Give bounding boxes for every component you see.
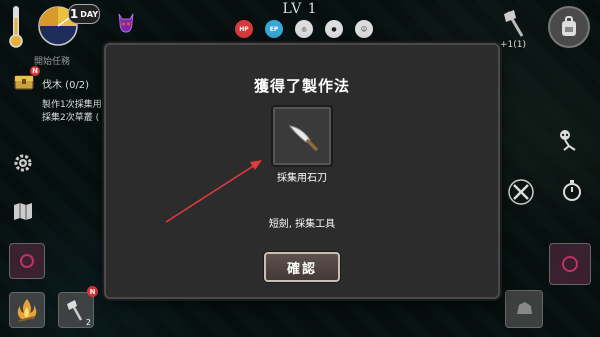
axe-icon	[67, 300, 83, 321]
skeleton-icon[interactable]	[555, 128, 579, 152]
day-counter: 1 DAY	[68, 4, 100, 24]
confirm-button[interactable]: 確認	[264, 252, 340, 282]
quest-title[interactable]: 伐木 (0/2)	[42, 76, 89, 91]
recipe-item-slot[interactable]	[271, 105, 333, 167]
quick-slot-campfire[interactable]	[9, 292, 45, 328]
axe-count-label: +1(1)	[500, 40, 527, 50]
campfire-icon	[17, 299, 37, 322]
dialog-title: 獲得了製作法	[253, 77, 350, 95]
water-icon: ●	[325, 20, 343, 38]
status-bar: HP EP ◎ ● ☺	[235, 20, 373, 38]
quest-header: 開始任務	[34, 57, 71, 67]
item-name: 採集用石刀	[277, 173, 327, 184]
right-slot-empty[interactable]	[549, 243, 591, 285]
stone-knife-icon	[288, 125, 318, 151]
gear-icon[interactable]	[12, 152, 34, 174]
day-label: DAY	[80, 9, 99, 19]
mood-icon: ☺	[355, 20, 373, 38]
axe-slot-count: 2	[85, 318, 91, 327]
recipe-unlocked-dialog: 獲得了製作法 採集用石刀 短劍, 採集工具 確認	[104, 43, 500, 299]
ep-icon: EP	[265, 20, 283, 38]
stopwatch-icon[interactable]	[560, 178, 584, 202]
quick-slot-axe[interactable]: 2	[58, 292, 94, 328]
axe-tool-icon[interactable]	[500, 8, 528, 38]
quest-objective: 製作1次採集用	[42, 100, 102, 110]
day-number: 1	[69, 7, 79, 21]
stomach-icon: ◎	[295, 20, 313, 38]
backpack-icon	[562, 16, 576, 36]
crossed-tools-icon[interactable]	[507, 178, 535, 206]
map-icon[interactable]	[12, 200, 34, 222]
axe-new-badge: N	[87, 286, 98, 297]
quest-new-badge: N	[30, 66, 40, 76]
gem-icon	[562, 256, 578, 272]
hp-icon: HP	[235, 20, 253, 38]
gem-icon	[20, 254, 34, 268]
backpack-button[interactable]	[548, 6, 590, 48]
item-description: 短劍, 採集工具	[268, 219, 336, 230]
rock-slot[interactable]	[505, 290, 543, 328]
quest-objective: 採集2次草叢 (	[42, 113, 100, 123]
quick-slot-empty[interactable]	[9, 243, 45, 279]
rock-icon	[517, 302, 532, 314]
